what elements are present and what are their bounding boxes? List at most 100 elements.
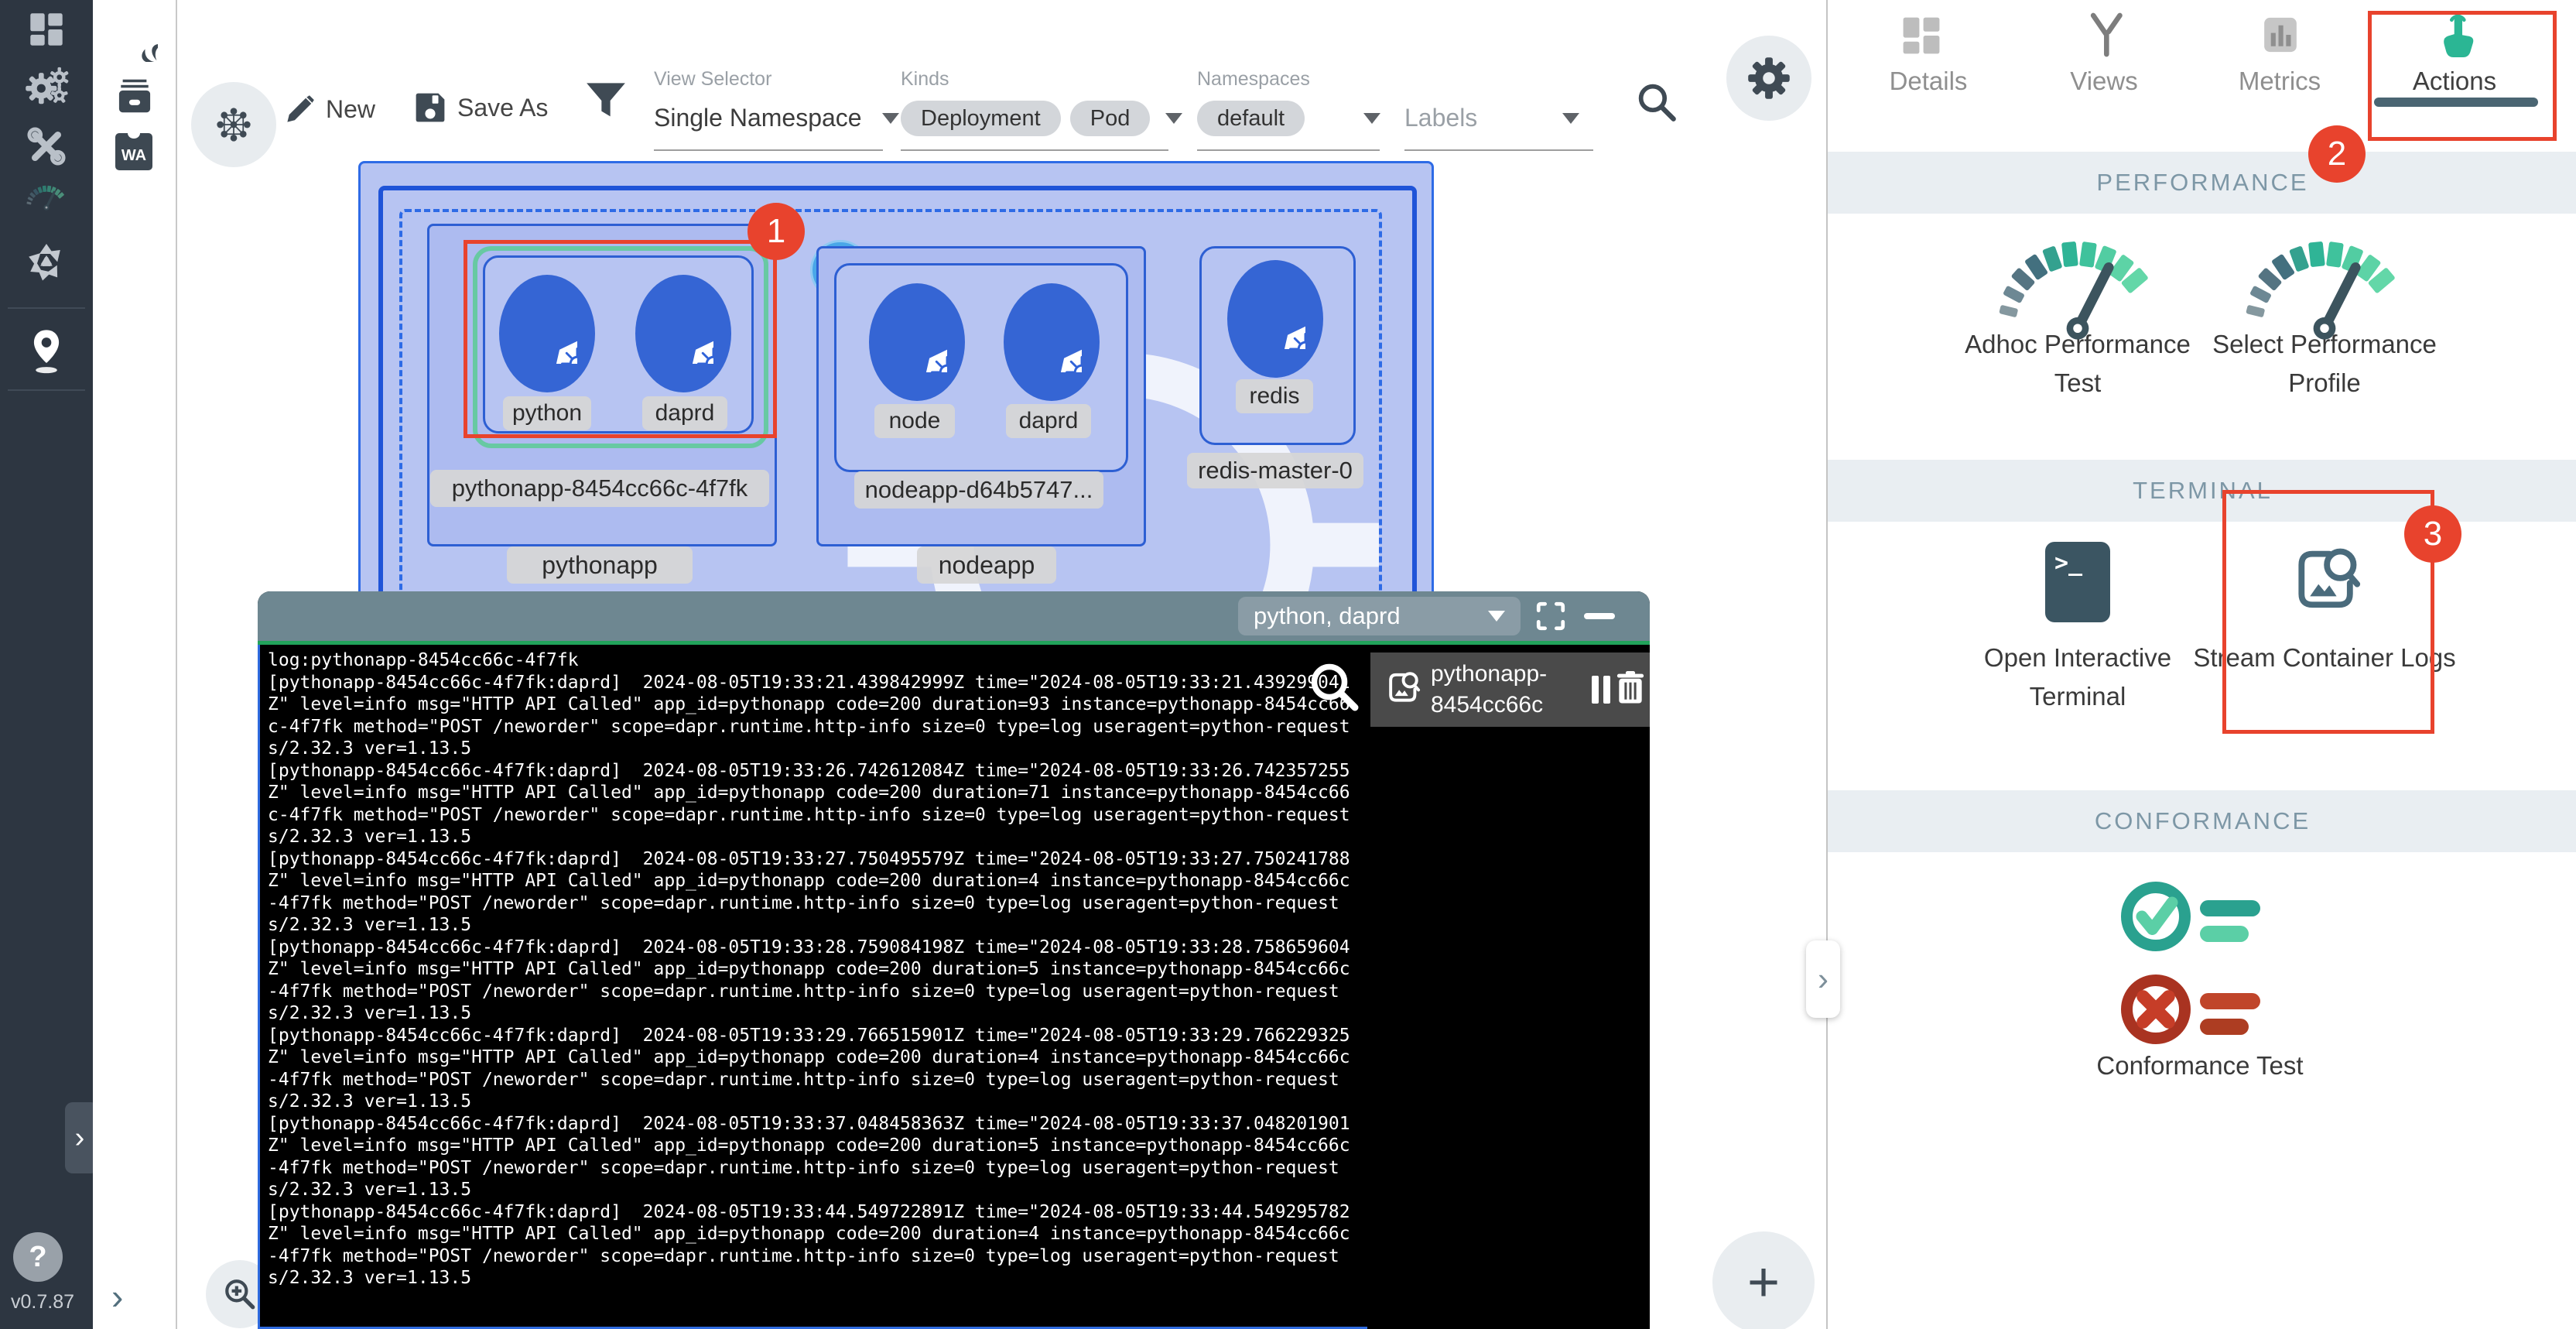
chevron-right-icon: › [1818, 961, 1829, 998]
help-button[interactable]: ? [13, 1232, 63, 1282]
tab-views-label[interactable]: Views [2019, 67, 2189, 96]
underline [654, 149, 883, 151]
labels-placeholder: Labels [1404, 104, 1477, 132]
add-button[interactable]: + [1712, 1231, 1815, 1329]
primary-sidebar: › ? v0.7.87 [0, 0, 93, 1329]
pause-icon [1592, 676, 1599, 704]
zoom-in-icon [222, 1276, 258, 1312]
namespaces-select[interactable]: default [1197, 101, 1380, 136]
annotation-rect-1 [464, 240, 777, 438]
sidebar-divider [8, 307, 85, 309]
wasm-icon[interactable]: WA [115, 133, 152, 170]
container-label: daprd [1006, 404, 1091, 438]
kind-chip[interactable]: Deployment [901, 101, 1061, 136]
select-performance-profile-label[interactable]: Select Performance Profile [2193, 325, 2456, 402]
annotation-rect-3 [2222, 490, 2434, 734]
container-daprd[interactable] [1004, 283, 1100, 401]
conformance-test-label[interactable]: Conformance Test [2045, 1046, 2355, 1085]
log-entry: [pythonapp-8454cc66c-4f7fk:daprd] 2024-0… [268, 1113, 1354, 1201]
delete-stream-button[interactable] [1615, 671, 1646, 709]
tab-metrics[interactable] [2261, 14, 2300, 60]
sidebar-expand-chevron[interactable]: › [65, 1102, 94, 1173]
stream-row[interactable]: pythonapp-8454cc66c [1370, 653, 1650, 727]
tab-views[interactable] [2085, 12, 2126, 61]
locations-pin-icon[interactable] [0, 324, 93, 379]
wasm-label: WA [121, 147, 146, 170]
wasm-icon-notch [128, 128, 140, 139]
chevron-right-icon: › [111, 1276, 123, 1317]
adhoc-performance-test-label[interactable]: Adhoc Performance Test [1946, 325, 2209, 402]
log-entry: [pythonapp-8454cc66c-4f7fk:daprd] 2024-0… [268, 848, 1354, 937]
log-pane[interactable]: log:pythonapp-8454cc66c-4f7fk [pythonapp… [258, 645, 1375, 1329]
view-selector-label: View Selector [654, 68, 771, 91]
terminal-prompt-icon: >_ [2054, 550, 2082, 577]
version-label: v0.7.87 [11, 1291, 74, 1314]
search-button[interactable] [1635, 80, 1678, 128]
dashboard-grid-icon[interactable] [0, 11, 93, 48]
view-selector-select[interactable]: Single Namespace [654, 104, 899, 132]
panel-collapse-chevron[interactable]: › [1806, 940, 1840, 1018]
container-label: redis [1236, 379, 1313, 413]
pause-icon [1603, 676, 1610, 704]
log-title-line: log:pythonapp-8454cc66c-4f7fk [268, 649, 1354, 672]
annotation-badge-3: 3 [2404, 505, 2461, 563]
settings-button[interactable] [1726, 36, 1811, 121]
settings-gears-icon[interactable] [0, 65, 93, 108]
graph-menu-button[interactable] [191, 82, 276, 167]
open-interactive-terminal-button[interactable]: >_ [2045, 542, 2110, 622]
log-entry: [pythonapp-8454cc66c-4f7fk:daprd] 2024-0… [268, 937, 1354, 1025]
open-interactive-terminal-label[interactable]: Open Interactive Terminal [1946, 639, 2209, 716]
container-node[interactable] [869, 283, 965, 401]
pause-stream-button[interactable] [1592, 676, 1610, 704]
trash-icon [1615, 671, 1646, 705]
underline [901, 149, 1168, 151]
new-button[interactable]: New [286, 94, 375, 124]
app-logo-swirl-icon[interactable] [111, 15, 158, 66]
performance-gauge-icon[interactable] [0, 178, 93, 217]
tab-details[interactable] [1901, 15, 1941, 60]
namespace-chip[interactable]: default [1197, 101, 1305, 136]
stream-name: pythonapp-8454cc66c [1431, 659, 1586, 721]
conformance-checklist-icon [2116, 879, 2349, 1056]
container-label: node [874, 404, 955, 438]
details-grid-icon [1901, 15, 1941, 56]
fullscreen-icon [1534, 600, 1567, 632]
metrics-icon [2261, 14, 2300, 56]
minimize-button[interactable] [1584, 613, 1615, 619]
container-selector-dropdown[interactable]: python, daprd [1238, 597, 1521, 635]
view-selector-value: Single Namespace [654, 104, 862, 132]
mesh-chart-icon[interactable] [0, 241, 93, 283]
pencil-icon [286, 94, 315, 124]
tab-details-label[interactable]: Details [1843, 67, 2013, 96]
save-as-button[interactable]: Save As [414, 91, 548, 124]
annotation-rect-2 [2368, 11, 2557, 141]
container-selector-value: python, daprd [1254, 602, 1401, 630]
deployment-name-label: nodeapp [917, 546, 1056, 584]
filter-button[interactable] [586, 80, 626, 125]
log-entry: [pythonapp-8454cc66c-4f7fk:daprd] 2024-0… [268, 1201, 1354, 1290]
app-root: › ? v0.7.87 WA › [0, 0, 2576, 1329]
caret-down-icon [1562, 113, 1579, 124]
pod-name-label: nodeapp-d64b5747... [854, 471, 1103, 509]
tools-icon[interactable] [0, 125, 93, 167]
stream-list-pane: pythonapp-8454cc66c [1367, 645, 1650, 1329]
namespaces-label: Namespaces [1197, 68, 1310, 91]
terminal-titlebar[interactable]: python, daprd [258, 591, 1650, 641]
pod-name-label: redis-master-0 [1187, 453, 1363, 488]
badge-number: 2 [2328, 135, 2346, 173]
sidebar-divider [8, 389, 85, 391]
kinds-select[interactable]: Deployment Pod [901, 101, 1182, 136]
annotation-badge-2: 2 [2308, 125, 2366, 183]
kubernetes-icon [887, 312, 947, 372]
container-redis[interactable] [1227, 260, 1323, 378]
tab-metrics-label[interactable]: Metrics [2195, 67, 2365, 96]
log-entry: [pythonapp-8454cc66c-4f7fk:daprd] 2024-0… [268, 1025, 1354, 1113]
badge-number: 3 [2424, 515, 2442, 553]
kind-chip[interactable]: Pod [1070, 101, 1151, 136]
conformance-test-button[interactable] [2116, 879, 2349, 1060]
workspace-expand-chevron[interactable]: › [111, 1276, 123, 1317]
save-as-button-label: Save As [457, 94, 548, 122]
storage-archive-icon[interactable] [115, 76, 155, 120]
fullscreen-button[interactable] [1534, 600, 1567, 636]
labels-select[interactable]: Labels [1404, 104, 1579, 132]
